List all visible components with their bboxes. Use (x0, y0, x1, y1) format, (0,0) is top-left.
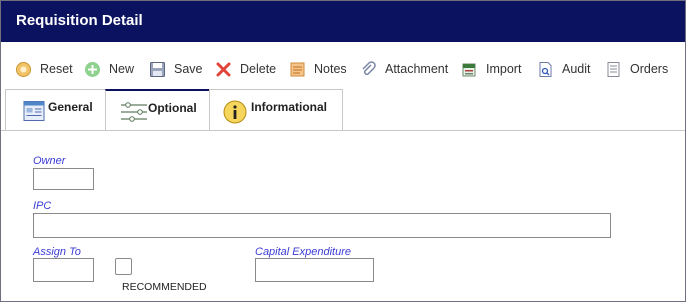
new-button[interactable]: New (84, 60, 134, 78)
notes-label: Notes (314, 62, 347, 76)
tab-optional[interactable]: Optional (105, 89, 211, 131)
audit-button[interactable]: Audit (537, 60, 591, 78)
tab-general-label: General (48, 100, 93, 114)
ipc-field[interactable] (33, 213, 611, 238)
tab-informational[interactable]: Informational (209, 89, 343, 131)
import-label: Import (486, 62, 522, 76)
ipc-label: IPC (33, 200, 52, 212)
owner-label: Owner (33, 155, 66, 167)
recommended-label: RECOMMENDED (122, 281, 207, 293)
delete-button[interactable]: Delete (215, 60, 276, 78)
info-icon (223, 100, 247, 127)
attachment-button[interactable]: Attachment (360, 60, 448, 78)
reset-button[interactable]: Reset (15, 60, 73, 78)
tab-general[interactable]: General (5, 89, 107, 131)
recommended-checkbox[interactable] (115, 258, 132, 275)
reset-icon (15, 61, 32, 78)
sliders-icon (120, 100, 148, 127)
toolbar: Reset New Save Delete Notes Attachment I… (1, 50, 685, 88)
assign-to-label: Assign To (33, 246, 81, 258)
capital-expenditure-field[interactable] (255, 258, 374, 282)
tab-optional-label: Optional (148, 101, 197, 115)
audit-icon (537, 61, 554, 78)
import-icon (461, 61, 478, 78)
floppy-disk-icon (149, 61, 166, 78)
orders-icon (605, 61, 622, 78)
delete-x-icon (215, 61, 232, 78)
orders-button[interactable]: Orders (605, 60, 668, 78)
assign-to-field[interactable] (33, 258, 94, 282)
tab-informational-label: Informational (251, 100, 328, 114)
plus-icon (84, 61, 101, 78)
title-bar: Requisition Detail (1, 1, 685, 42)
save-label: Save (174, 62, 203, 76)
orders-label: Orders (630, 62, 669, 76)
audit-label: Audit (562, 62, 591, 76)
owner-field[interactable] (33, 168, 94, 190)
requisition-detail-window: Requisition Detail Reset New Save Delete (0, 0, 686, 302)
save-button[interactable]: Save (149, 60, 203, 78)
notes-icon (289, 61, 306, 78)
delete-label: Delete (240, 62, 277, 76)
general-tab-icon (23, 100, 45, 125)
notes-button[interactable]: Notes (289, 60, 347, 78)
tab-divider (1, 130, 685, 131)
paperclip-icon (360, 60, 377, 78)
capital-expenditure-label: Capital Expenditure (255, 246, 352, 258)
new-label: New (109, 62, 135, 76)
window-title: Requisition Detail (16, 12, 143, 29)
attachment-label: Attachment (385, 62, 449, 76)
reset-label: Reset (40, 62, 73, 76)
import-button[interactable]: Import (461, 60, 521, 78)
